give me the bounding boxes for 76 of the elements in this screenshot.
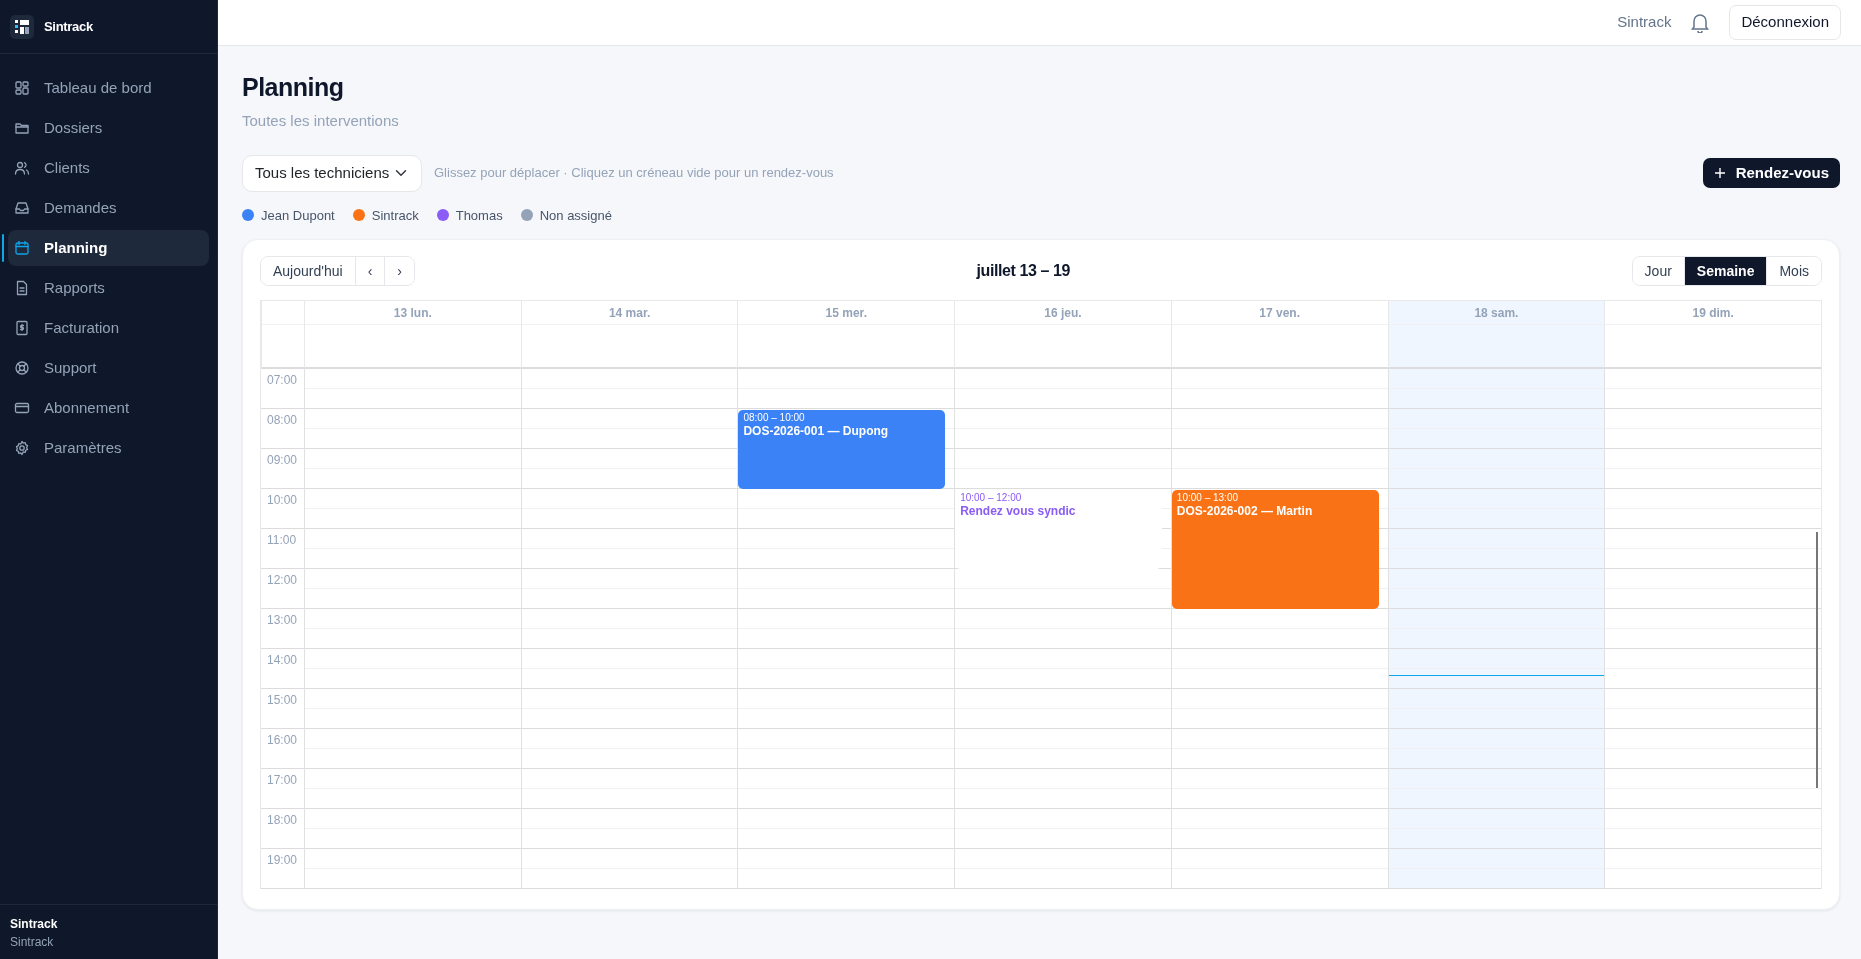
settings-icon [14, 440, 30, 456]
day-column[interactable] [304, 369, 521, 889]
all-day-slot[interactable] [737, 325, 955, 369]
sidebar-item[interactable]: Facturation [8, 310, 209, 346]
sidebar-item[interactable]: Paramètres [8, 430, 209, 466]
time-label: 12:00 [261, 569, 304, 609]
time-label: 11:00 [261, 529, 304, 569]
time-label: 19:00 [261, 849, 304, 889]
plus-icon [1713, 167, 1726, 179]
time-label: 13:00 [261, 609, 304, 649]
appointment-event[interactable]: 10:00 – 12:00 Rendez vous syndic [955, 490, 1162, 569]
day-column[interactable]: 08:00 – 10:00 DOS-2026-001 — Dupong [737, 369, 955, 889]
day-column[interactable]: 10:00 – 12:00 Rendez vous syndic [954, 369, 1171, 889]
hint-text: Glissez pour déplacer · Cliquez un créneau vide pour un rendez-vous [434, 164, 834, 183]
time-label: 08:00 [261, 409, 304, 449]
time-label: 15:00 [261, 689, 304, 729]
page-title: Planning [242, 72, 345, 102]
sidebar-item[interactable]: Abonnement [8, 390, 209, 426]
all-day-slot[interactable] [1604, 325, 1821, 369]
sidebar-item[interactable]: Demandes [8, 190, 209, 226]
day-header: 13 lun. [304, 301, 521, 325]
credit-card-icon [14, 400, 30, 416]
logo-icon [10, 14, 34, 39]
users-icon [14, 160, 30, 176]
invoice-icon [14, 320, 30, 336]
day-header: 15 mer. [737, 301, 955, 325]
sidebar-item[interactable]: Dossiers [8, 110, 209, 146]
day-header: 18 sam. [1387, 301, 1605, 325]
notification-bell-icon[interactable] [1691, 12, 1710, 33]
view-tab[interactable]: Semaine [1684, 257, 1768, 285]
legend-label: Thomas [455, 206, 503, 225]
day-column[interactable] [1387, 369, 1605, 889]
page-subtitle: Toutes les interventions [242, 111, 400, 131]
all-day-slot[interactable] [1170, 325, 1388, 369]
calendar-icon [14, 240, 30, 256]
document-icon [14, 280, 30, 296]
time-label: 10:00 [261, 489, 304, 529]
inbox-icon [14, 200, 30, 216]
time-label: 16:00 [261, 729, 304, 769]
all-day-slot[interactable] [954, 325, 1171, 369]
time-label: 07:00 [261, 369, 304, 409]
date-range-title: juillet 13 – 19 [975, 261, 1072, 281]
legend-label: Sintrack [371, 206, 419, 225]
sidebar-item[interactable]: Rapports [8, 270, 209, 306]
view-tab[interactable]: Jour [1632, 257, 1685, 285]
legend-label: Non assigné [539, 206, 612, 225]
day-header: 19 dim. [1604, 301, 1821, 325]
appointment-event[interactable]: 08:00 – 10:00 DOS-2026-001 — Dupong [738, 410, 946, 489]
dashboard-icon [14, 80, 30, 96]
all-day-slot[interactable] [304, 325, 521, 369]
legend-label: Jean Dupont [261, 206, 335, 225]
all-day-slot[interactable] [520, 325, 738, 369]
sidebar-item[interactable]: Tableau de bord [8, 70, 209, 106]
day-header: 14 mar. [520, 301, 738, 325]
day-column[interactable] [520, 369, 738, 889]
day-header: 16 jeu. [954, 301, 1171, 325]
scrollbar[interactable] [1816, 532, 1818, 788]
organization-name: Sintrack [10, 934, 55, 951]
sidebar-item[interactable]: Clients [8, 150, 209, 186]
sidebar-item[interactable]: Support [8, 350, 209, 386]
user-name: Sintrack [10, 916, 59, 933]
time-label: 18:00 [261, 809, 304, 849]
time-label: 14:00 [261, 649, 304, 689]
all-day-slot[interactable] [1387, 325, 1605, 369]
day-column[interactable] [1604, 369, 1821, 889]
user-name: Sintrack [1617, 12, 1672, 33]
day-header: 17 ven. [1170, 301, 1388, 325]
folder-icon [14, 120, 30, 136]
lifebuoy-icon [14, 360, 30, 376]
brand-name: Sintrack [44, 17, 93, 36]
technician-select[interactable]: Tous les techniciens [242, 154, 422, 192]
time-label: 17:00 [261, 769, 304, 809]
today-button[interactable]: Aujourd'hui [261, 257, 356, 285]
logout-button[interactable]: Déconnexion [1729, 5, 1841, 40]
new-appointment-button[interactable]: Rendez-vous [1702, 157, 1840, 189]
time-label: 09:00 [261, 449, 304, 489]
